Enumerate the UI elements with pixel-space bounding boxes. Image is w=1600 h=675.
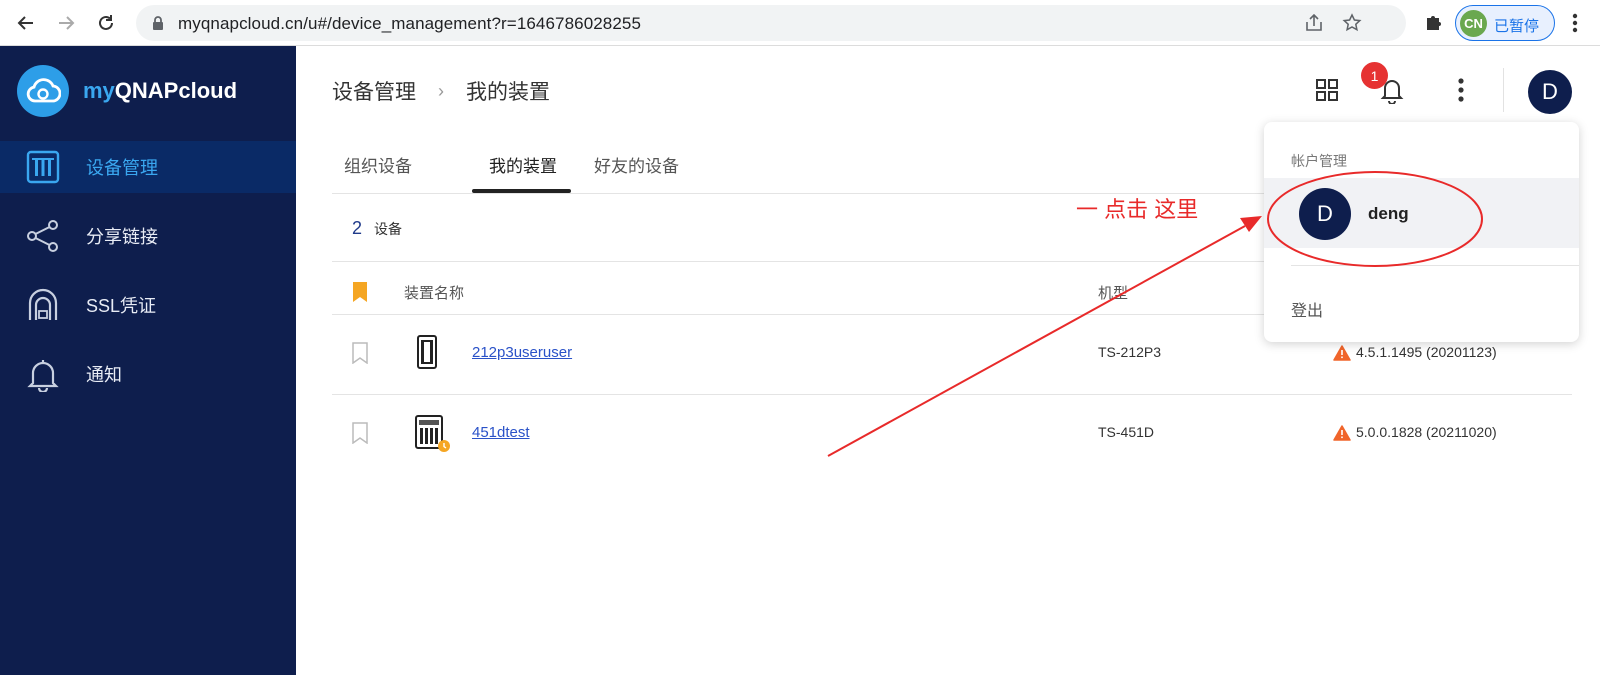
logout-button[interactable]: 登出 <box>1291 297 1323 321</box>
forward-arrow-icon[interactable] <box>52 9 80 37</box>
notification-badge: 1 <box>1361 62 1388 89</box>
tab-organization-devices[interactable]: 组织设备 <box>344 152 412 194</box>
lock-icon <box>153 16 163 30</box>
sidebar: myQNAPcloud 设备管理 分享链接 SSL凭证 通知 <box>0 46 296 675</box>
breadcrumb-device-management[interactable]: 设备管理 <box>332 76 416 106</box>
bookmark-outline-icon[interactable] <box>352 342 368 364</box>
share-icon <box>24 217 62 255</box>
brand[interactable]: myQNAPcloud <box>17 65 237 117</box>
header-divider <box>1503 68 1504 112</box>
device-link[interactable]: 212p3useruser <box>472 344 572 361</box>
sidebar-item-label: 分享链接 <box>86 227 158 247</box>
account-user-item[interactable]: D deng <box>1264 178 1579 248</box>
address-bar[interactable]: myqnapcloud.cn/u#/device_management?r=16… <box>136 5 1406 41</box>
breadcrumb: 设备管理 › 我的装置 <box>332 76 550 106</box>
account-avatar-button[interactable]: D <box>1528 70 1572 114</box>
device-count-value: 2 <box>352 218 363 238</box>
divider <box>1291 265 1579 266</box>
profile-avatar: CN <box>1460 10 1487 37</box>
firmware-version: 4.5.1.1495 (20201123) <box>1356 344 1497 360</box>
column-header-model[interactable]: 机型 <box>1098 282 1128 303</box>
device-model: TS-451D <box>1098 424 1155 440</box>
table-row[interactable]: 451dtest TS-451D 5.0.0.1828 (20211020) <box>332 394 1572 474</box>
sidebar-item-label: SSL凭证 <box>86 296 157 316</box>
user-avatar: D <box>1299 188 1351 240</box>
bell-icon <box>24 355 62 393</box>
warning-icon <box>1333 345 1351 361</box>
device-count: 2 设备 <box>352 218 402 239</box>
sidebar-item-label: 通知 <box>86 365 122 385</box>
warning-icon <box>1333 425 1351 441</box>
annotation-text: 一 点击 这里 <box>1076 197 1199 222</box>
sidebar-item-ssl[interactable]: SSL凭证 <box>0 279 296 331</box>
device-count-unit: 设备 <box>374 221 403 237</box>
nas-2bay-icon <box>417 335 437 369</box>
breadcrumb-my-devices: 我的装置 <box>466 81 550 104</box>
sidebar-item-notifications[interactable]: 通知 <box>0 348 296 400</box>
brand-name: myQNAPcloud <box>83 78 238 103</box>
apps-grid-icon[interactable] <box>1316 79 1338 101</box>
sidebar-item-label: 设备管理 <box>86 158 158 178</box>
profile-button[interactable]: CN 已暂停 <box>1455 5 1555 41</box>
firmware-version: 5.0.0.1828 (20211020) <box>1356 424 1497 440</box>
bookmark-outline-icon[interactable] <box>352 422 368 444</box>
account-dropdown: 帐户管理 D deng 登出 <box>1264 122 1579 342</box>
extensions-puzzle-icon[interactable] <box>1424 12 1444 32</box>
bookmark-star-icon[interactable] <box>1342 13 1362 33</box>
sidebar-item-device-management[interactable]: 设备管理 <box>0 141 296 193</box>
username: deng <box>1368 204 1409 223</box>
url-text: myqnapcloud.cn/u#/device_management?r=16… <box>178 14 642 33</box>
tab-friends-devices[interactable]: 好友的设备 <box>594 152 679 194</box>
device-model: TS-212P3 <box>1098 344 1162 360</box>
share-page-icon[interactable] <box>1304 14 1324 32</box>
ssl-lock-icon <box>24 286 62 324</box>
tab-my-devices[interactable]: 我的装置 <box>489 152 557 194</box>
profile-status: 已暂停 <box>1494 18 1540 35</box>
column-header-name[interactable]: 装置名称 <box>404 282 464 303</box>
account-menu-title: 帐户管理 <box>1291 153 1347 169</box>
browser-menu-icon[interactable] <box>1572 12 1578 34</box>
reload-icon[interactable] <box>92 9 120 37</box>
sidebar-item-share-links[interactable]: 分享链接 <box>0 210 296 262</box>
active-tab-indicator <box>472 189 571 193</box>
browser-toolbar: myqnapcloud.cn/u#/device_management?r=16… <box>0 0 1600 46</box>
device-link[interactable]: 451dtest <box>472 424 530 441</box>
device-icon <box>24 148 62 186</box>
cloud-logo-icon <box>17 65 69 117</box>
breadcrumb-chevron-icon: › <box>438 80 444 101</box>
nas-4bay-icon <box>415 415 450 452</box>
back-arrow-icon[interactable] <box>12 9 40 37</box>
more-menu-icon[interactable] <box>1458 77 1464 103</box>
bookmark-filled-icon[interactable] <box>352 281 368 303</box>
